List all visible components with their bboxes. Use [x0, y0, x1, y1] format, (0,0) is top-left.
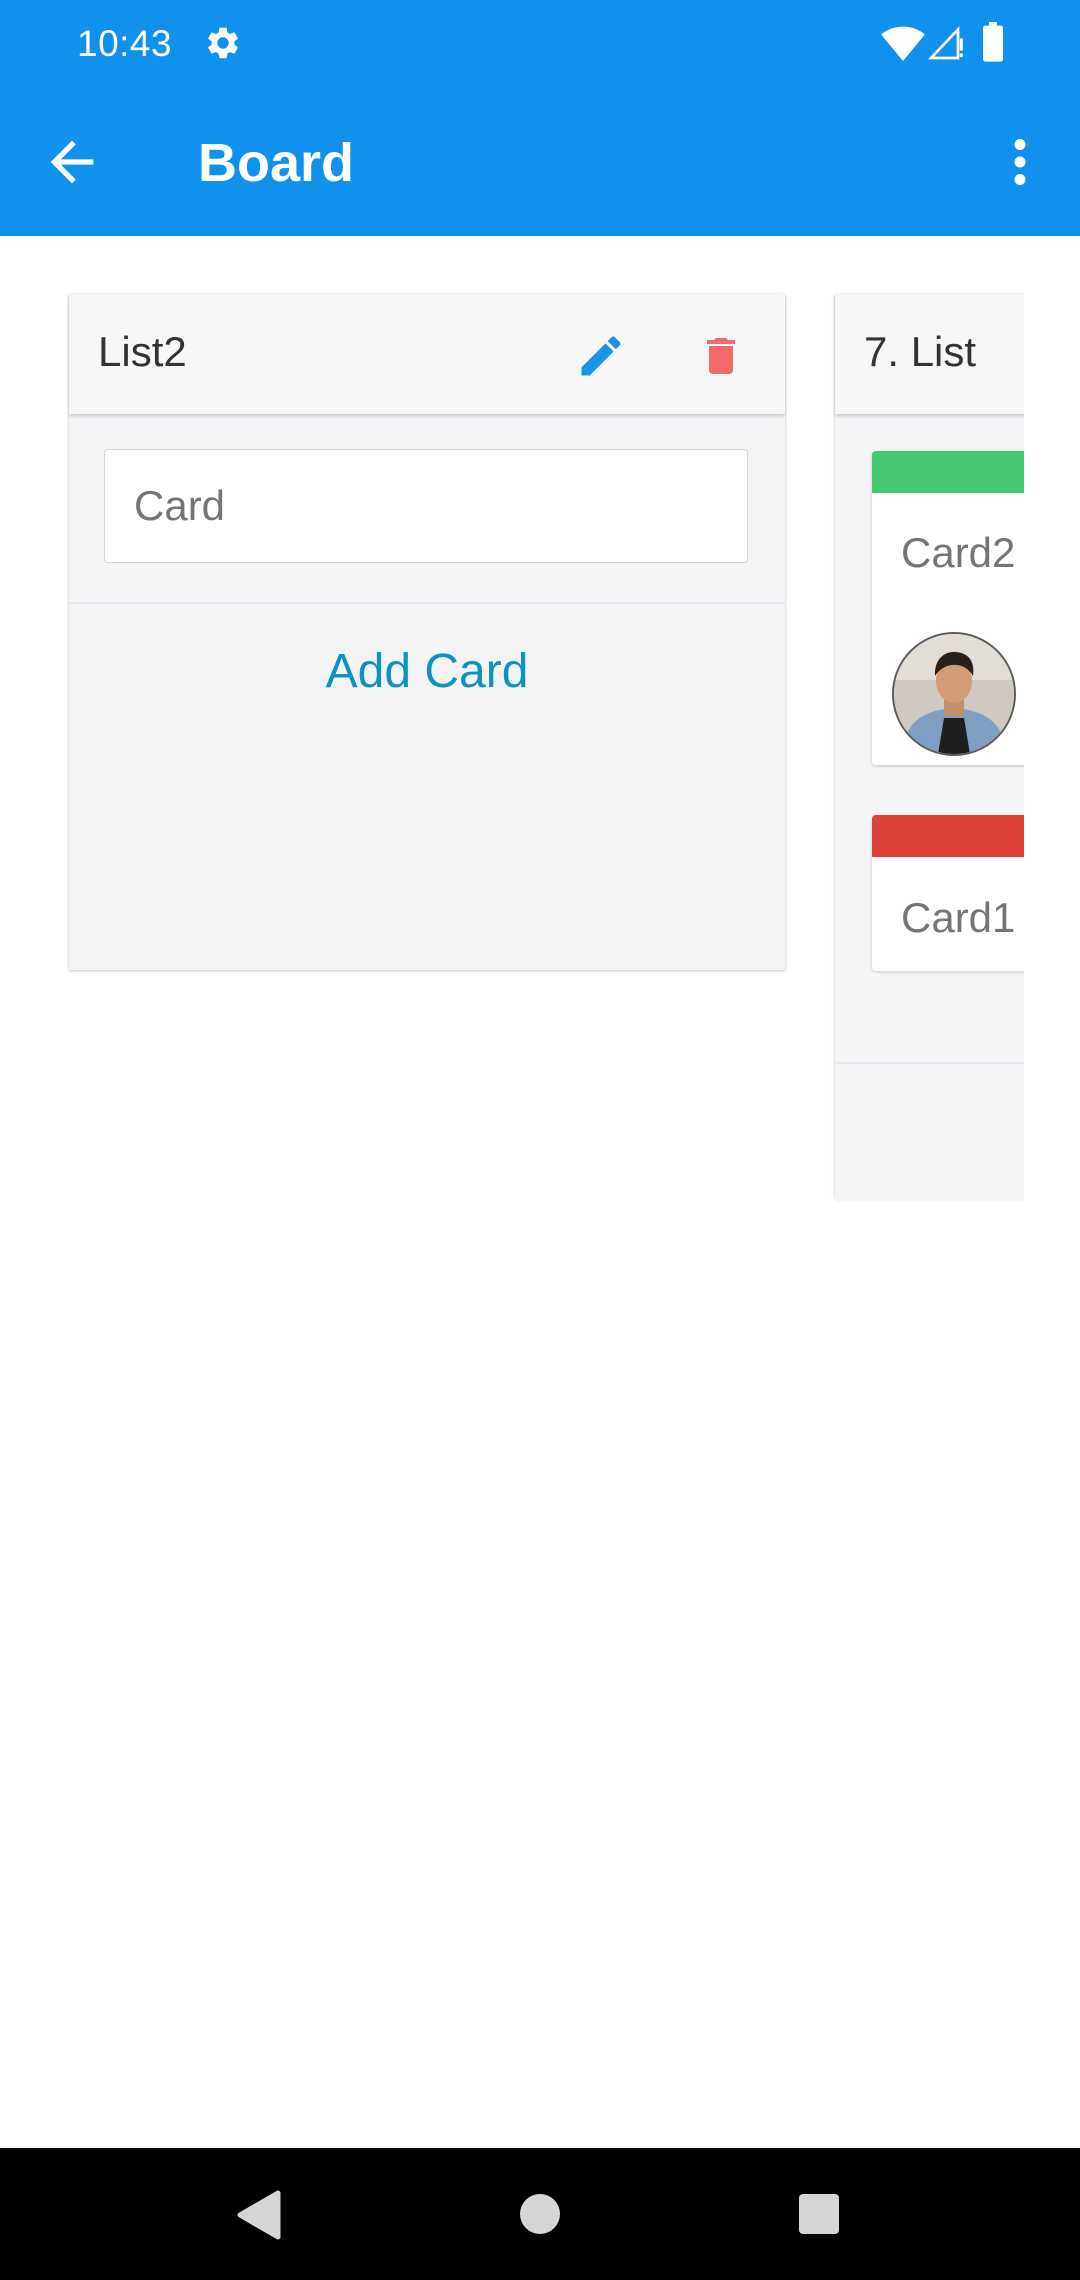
card-title: Card1	[901, 894, 1016, 941]
status-time: 10:43	[77, 23, 173, 64]
board-list: 7. List Card2 Card1	[835, 294, 1024, 1200]
card-label-green	[872, 451, 1024, 493]
list-header: 7. List	[835, 294, 1024, 414]
more-vertical-icon[interactable]	[990, 128, 1050, 196]
card-label-red	[872, 815, 1024, 857]
nav-home-icon[interactable]	[518, 2192, 562, 2236]
trash-icon[interactable]	[697, 330, 745, 382]
signal-icon	[928, 26, 963, 60]
card-title-input[interactable]	[104, 449, 748, 563]
system-navigation-bar	[0, 2148, 1080, 2280]
list-title: List2	[98, 328, 187, 375]
gear-icon	[208, 27, 238, 59]
nav-back-icon[interactable]	[236, 2190, 282, 2240]
add-card-button[interactable]	[835, 1062, 1024, 1200]
add-card-label: Add Card	[325, 644, 529, 698]
list-title: 7. List	[864, 328, 977, 375]
card-title: Card2	[901, 529, 1016, 576]
list-header: List2	[69, 294, 785, 414]
board-card[interactable]: Card1	[872, 815, 1024, 971]
app-bar: Board	[0, 88, 1080, 236]
battery-icon	[983, 22, 1003, 62]
wifi-icon	[881, 26, 925, 62]
nav-recents-icon[interactable]	[797, 2192, 841, 2236]
status-bar: 10:43	[0, 0, 1080, 88]
pencil-icon[interactable]	[575, 330, 627, 382]
board-scroll-area[interactable]: List2 Add Card 7. List Card2	[0, 236, 1024, 2148]
board-list: List2 Add Card	[69, 294, 785, 970]
add-card-button[interactable]: Add Card	[69, 602, 785, 738]
avatar	[892, 632, 1016, 756]
arrow-left-icon[interactable]	[40, 130, 104, 194]
page-title: Board	[198, 133, 355, 193]
board-card[interactable]: Card2	[872, 451, 1024, 765]
